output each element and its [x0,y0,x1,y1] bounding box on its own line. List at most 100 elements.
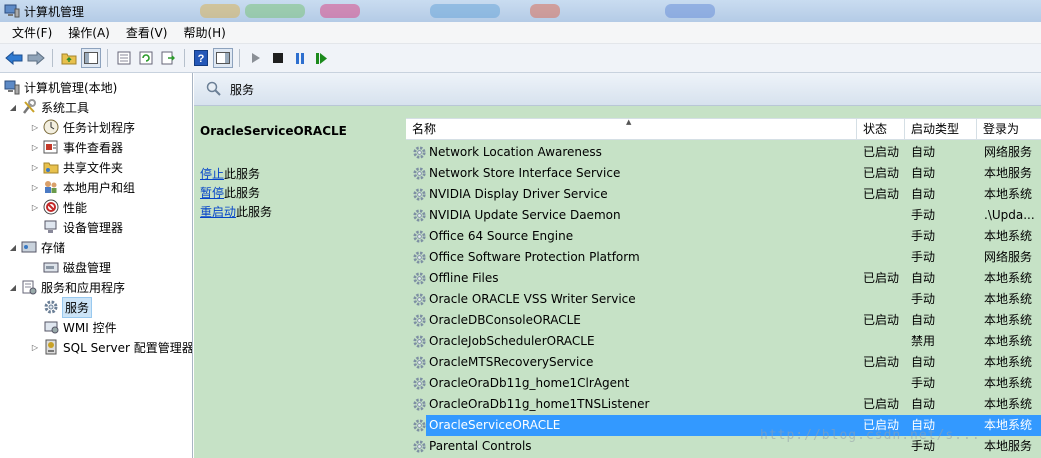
menu-help[interactable]: 帮助(H) [175,22,233,43]
gear-icon [412,439,427,454]
tree-item-shared-folders[interactable]: ▷ 共享文件夹 [30,157,123,177]
disk-icon [43,259,59,275]
column-logon-as[interactable]: 登录为 [977,119,1041,140]
tree-item-disk-management[interactable]: 磁盘管理 [43,257,111,277]
service-row[interactable]: Network Location Awareness 已启动 自动 网络服务 [406,142,1041,163]
show-hide-console-tree-icon[interactable] [81,48,101,68]
tree-item-event-viewer[interactable]: ▷ 事件查看器 [30,137,123,157]
column-header: ▲ 名称 状态 启动类型 登录为 [406,118,1041,140]
service-row[interactable]: Offline Files 已启动 自动 本地系统 [406,268,1041,289]
tree-item-performance[interactable]: ▷ 性能 [30,197,87,217]
start-service-icon[interactable] [246,48,266,68]
pause-action: 暂停此服务 [200,184,260,201]
service-name: OracleMTSRecoveryService [429,355,594,369]
service-row[interactable]: OracleDBConsoleORACLE 已启动 自动 本地系统 [406,310,1041,331]
service-row[interactable]: OracleJobSchedulerORACLE 禁用 本地系统 [406,331,1041,352]
console-tree: 计算机管理(本地) ◢ 系统工具 ▷ 任务计划程序 ▷ 事件查看器 ▷ 共享文件… [0,73,193,458]
tree-item-computer-management[interactable]: 计算机管理(本地) [4,77,117,97]
services-list: ▲ 名称 状态 启动类型 登录为 Network Location Awaren… [406,106,1041,458]
pause-service-icon[interactable] [290,48,310,68]
tree-item-services-and-apps[interactable]: ◢ 服务和应用程序 [8,277,125,297]
background-blur [665,4,715,18]
performance-icon [43,199,59,215]
column-startup-type[interactable]: 启动类型 [905,119,977,140]
computer-management-icon [4,4,20,18]
tree-item-system-tools[interactable]: ◢ 系统工具 [8,97,89,117]
service-name: OracleJobSchedulerORACLE [429,334,595,348]
tree-item-device-manager[interactable]: 设备管理器 [43,217,123,237]
refresh-icon[interactable] [136,48,156,68]
gear-icon [412,376,427,391]
service-name: NVIDIA Update Service Daemon [429,208,621,222]
background-blur [530,4,560,18]
svg-text:?: ? [198,53,205,65]
stop-action: 停止此服务 [200,165,260,182]
service-logon-as: 本地服务 [984,439,1033,453]
background-blur [320,4,360,18]
help-icon[interactable]: ? [191,48,211,68]
gear-icon [412,355,427,370]
service-status: 已启动 [863,166,900,180]
gear-icon [412,250,427,265]
expand-arrow-icon[interactable]: ▷ [30,163,40,172]
service-row[interactable]: OracleOraDb11g_home1ClrAgent 手动 本地系统 [406,373,1041,394]
service-status: 已启动 [863,313,900,327]
pause-service-link[interactable]: 暂停 [200,186,224,200]
service-name: NVIDIA Display Driver Service [429,187,608,201]
expand-arrow-icon[interactable]: ▷ [30,183,40,192]
service-status: 已启动 [863,187,900,201]
expand-arrow-icon[interactable]: ▷ [30,143,40,152]
tree-item-services[interactable]: 服务 [43,296,93,318]
action-pane-icon[interactable] [213,48,233,68]
service-row[interactable]: Office 64 Source Engine 手动 本地系统 [406,226,1041,247]
service-row[interactable]: OracleOraDb11g_home1TNSListener 已启动 自动 本地系统 [406,394,1041,415]
export-list-icon[interactable] [158,48,178,68]
service-row[interactable]: NVIDIA Update Service Daemon 手动 .\Upda... [406,205,1041,226]
properties-icon[interactable] [114,48,134,68]
restart-service-icon[interactable] [312,48,332,68]
stop-service-icon[interactable] [268,48,288,68]
collapse-arrow-icon[interactable]: ◢ [8,283,18,292]
pause-suffix: 此服务 [224,186,261,200]
header-title: 服务 [230,82,255,97]
service-logon-as: 本地系统 [984,397,1033,411]
tree-item-local-users[interactable]: ▷ 本地用户和组 [30,177,135,197]
restart-service-link[interactable]: 重启动 [200,205,236,219]
service-logon-as: 网络服务 [984,145,1033,159]
service-status: 已启动 [863,271,900,285]
gear-icon [412,418,427,433]
service-row[interactable]: Office Software Protection Platform 手动 网络服… [406,247,1041,268]
tree-item-sql-server-config[interactable]: ▷ SQL Server 配置管理器 [30,337,192,357]
expand-arrow-icon[interactable]: ▷ [30,203,40,212]
menu-view[interactable]: 查看(V) [118,22,176,43]
collapse-arrow-icon[interactable]: ◢ [8,103,18,112]
menu-action[interactable]: 操作(A) [60,22,118,43]
column-name[interactable]: 名称 [406,119,857,140]
forward-icon[interactable] [26,48,46,68]
service-row[interactable]: Oracle ORACLE VSS Writer Service 手动 本地系统 [406,289,1041,310]
collapse-arrow-icon[interactable]: ◢ [8,243,18,252]
expand-arrow-icon[interactable]: ▷ [30,343,40,352]
toolbar-separator [107,49,108,67]
up-folder-icon[interactable] [59,48,79,68]
stop-service-link[interactable]: 停止 [200,167,224,181]
service-startup-type: 手动 [911,376,936,390]
service-logon-as: 本地系统 [984,334,1033,348]
service-status: 已启动 [863,397,900,411]
tree-item-task-scheduler[interactable]: ▷ 任务计划程序 [30,117,135,137]
gear-icon [412,334,427,349]
menu-file[interactable]: 文件(F) [4,22,60,43]
tree-item-storage[interactable]: ◢ 存储 [8,237,65,257]
sql-server-icon [43,339,59,355]
column-status[interactable]: 状态 [857,119,905,140]
service-status [863,331,907,352]
back-icon[interactable] [4,48,24,68]
service-row[interactable]: Network Store Interface Service 已启动 自动 本地服务 [406,163,1041,184]
watermark: http://blog.csdn.net/s... [760,428,981,443]
service-row[interactable]: OracleMTSRecoveryService 已启动 自动 本地系统 [406,352,1041,373]
services-apps-icon [21,279,37,295]
gear-icon [412,292,427,307]
tree-item-wmi[interactable]: WMI 控件 [43,317,117,337]
expand-arrow-icon[interactable]: ▷ [30,123,40,132]
service-row[interactable]: NVIDIA Display Driver Service 已启动 自动 本地系统 [406,184,1041,205]
